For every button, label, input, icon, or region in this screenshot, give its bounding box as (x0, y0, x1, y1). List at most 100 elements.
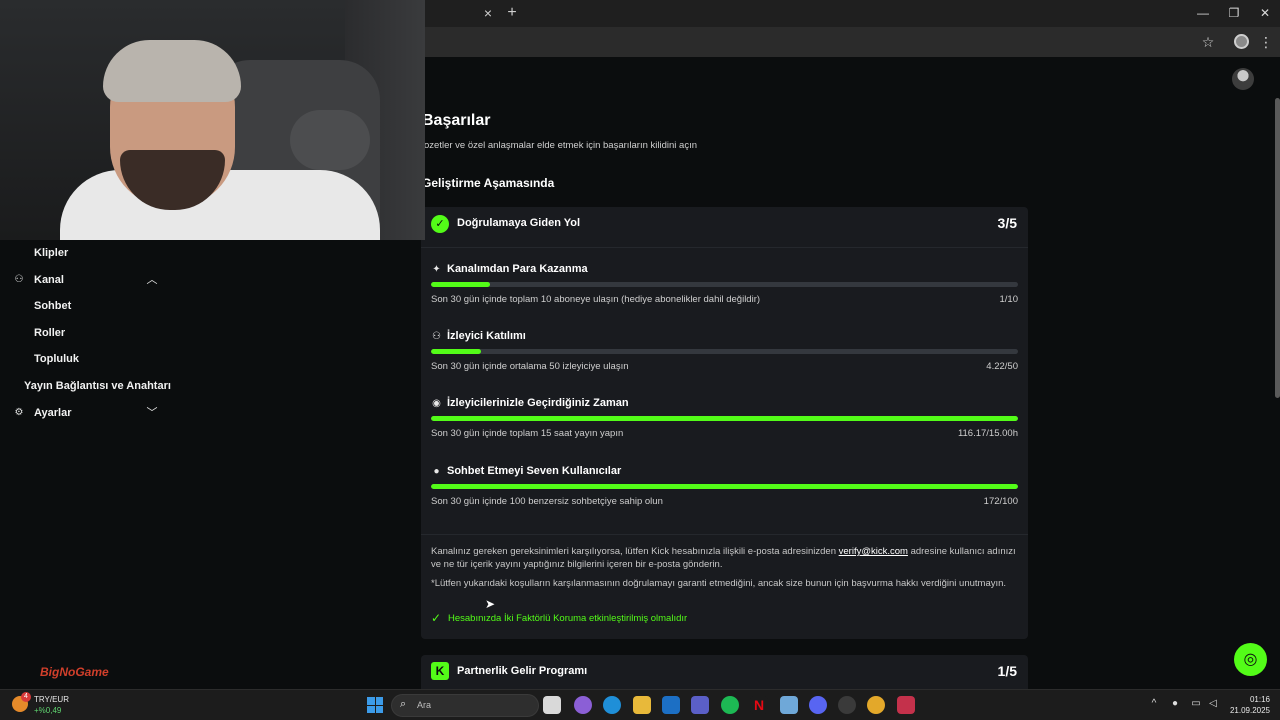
discord-icon[interactable] (809, 696, 827, 714)
verification-instructions: Kanalınız gereken gereksinimleri karşılı… (431, 545, 1021, 571)
notification-badge: 4 (21, 692, 31, 702)
gear-icon: ⚙ (14, 407, 24, 418)
progress-track (431, 484, 1018, 489)
webcam-person-hair (103, 40, 241, 102)
mouse-cursor-icon: ➤ (485, 597, 496, 611)
sidebar-item-community[interactable]: Topluluk (34, 350, 79, 368)
task-progress: 4.22/50 (986, 361, 1018, 372)
task-chatters: ● Sohbet Etmeyi Seven Kullanıcılar Son 3… (431, 465, 1018, 525)
task-title: İzleyicilerinizle Geçirdiğiniz Zaman (447, 397, 629, 409)
stream-logo-watermark: BigNoGame (40, 665, 109, 679)
progress-track (431, 349, 1018, 354)
teams-icon[interactable] (691, 696, 709, 714)
divider (421, 247, 1028, 248)
sidebar-item-label: Yayın Bağlantısı ve Anahtarı (24, 380, 171, 392)
sidebar-item-chat[interactable]: Sohbet (34, 297, 71, 315)
sidebar-item-stream-key[interactable]: Yayın Bağlantısı ve Anahtarı (24, 377, 171, 395)
taskbar-clock[interactable]: 01:16 21.09.2025 (1226, 694, 1270, 716)
users-icon: ⚇ (432, 331, 441, 342)
clock-time: 01:16 (1249, 695, 1270, 704)
sidebar-item-channel[interactable]: Kanal (34, 271, 64, 289)
webcam-chair-pad (290, 110, 370, 170)
task-title: Sohbet Etmeyi Seven Kullanıcılar (447, 465, 622, 477)
task-title: İzleyici Katılımı (447, 330, 526, 342)
verified-badge-icon: ✓ (431, 215, 449, 233)
sidebar-item-roles[interactable]: Roller (34, 324, 65, 342)
taskbar-search[interactable]: ⌕ Ara (391, 694, 539, 717)
copilot-icon[interactable] (574, 696, 592, 714)
network-tool-icon[interactable] (780, 696, 798, 714)
support-chat-button[interactable]: ◎ (1234, 643, 1267, 676)
checkmark-icon: ✓ (431, 611, 442, 625)
widgets-ticker[interactable]: 4 TRY/EUR +%0,49 (12, 692, 92, 720)
microphone-icon[interactable]: ● (1169, 697, 1181, 711)
task-title: Kanalımdan Para Kazanma (447, 263, 588, 275)
broadcast-icon: ◉ (432, 398, 441, 409)
progress-fill (431, 282, 490, 287)
clock-date: 21.09.2025 (1229, 706, 1270, 715)
section-title: Geliştirme Aşamasında (422, 176, 555, 190)
browser-profile-icon[interactable] (1234, 34, 1249, 49)
tab-close-icon[interactable]: × (481, 5, 495, 21)
sidebar-item-label: Roller (34, 327, 66, 339)
progress-fill (431, 349, 481, 354)
app-icon[interactable] (838, 696, 856, 714)
new-tab-button[interactable]: + (505, 4, 519, 22)
display-icon[interactable]: ▭ (1190, 697, 1202, 711)
page-scrollbar[interactable] (1275, 98, 1280, 398)
chrome-icon[interactable] (867, 696, 885, 714)
task-description: Son 30 gün içinde 100 benzersiz sohbetçi… (431, 496, 663, 507)
progress-track (431, 416, 1018, 421)
verify-email-link[interactable]: verify@kick.com (839, 546, 908, 557)
chevron-up-icon[interactable]: ︿ (145, 273, 159, 287)
chevron-down-icon[interactable]: ﹀ (145, 406, 159, 420)
sidebar-item-label: Klipler (34, 247, 69, 259)
task-description: Son 30 gün içinde toplam 10 aboneye ulaş… (431, 294, 761, 305)
card-title: Partnerlik Gelir Programı (457, 665, 588, 677)
netflix-icon[interactable]: N (750, 696, 768, 714)
sidebar-item-settings[interactable]: Ayarlar (34, 404, 72, 422)
browser-menu-icon[interactable]: ⋮ (1259, 33, 1273, 51)
restore-button[interactable]: ❐ (1224, 4, 1244, 22)
card-count: 3/5 (997, 215, 1017, 231)
ticker-name: TRY/EUR (34, 695, 69, 704)
edge-icon[interactable] (603, 696, 621, 714)
close-window-button[interactable]: ✕ (1255, 4, 1275, 22)
card-title: Doğrulamaya Giden Yol (457, 217, 581, 229)
page-title: Başarılar (422, 112, 491, 129)
file-explorer-icon[interactable] (633, 696, 651, 714)
search-placeholder: Ara (417, 700, 432, 710)
user-avatar[interactable] (1232, 68, 1254, 90)
sidebar-item-label: Kanal (34, 274, 64, 286)
task-progress: 172/100 (983, 496, 1018, 507)
instructions-text: Kanalınız gereken gereksinimleri karşılı… (431, 546, 839, 557)
progress-track (431, 282, 1018, 287)
volume-icon[interactable]: ◁ (1207, 697, 1219, 711)
divider (421, 534, 1028, 535)
progress-fill (431, 484, 1018, 489)
bookmark-star-icon[interactable]: ☆ (1200, 33, 1216, 51)
partner-program-card[interactable]: K Partnerlik Gelir Programı 1/5 (421, 655, 1028, 689)
minimize-button[interactable]: — (1193, 4, 1213, 22)
sidebar-item-clips[interactable]: Klipler (34, 244, 68, 262)
task-progress: 1/10 (999, 294, 1019, 305)
outlook-icon[interactable] (662, 696, 680, 714)
app-icon[interactable] (897, 696, 915, 714)
users-icon: ⚇ (14, 274, 24, 285)
card-header[interactable]: ✓ Doğrulamaya Giden Yol 3/5 (421, 207, 1028, 241)
task-description: Son 30 gün içinde ortalama 50 izleyiciye… (431, 361, 629, 372)
task-view-icon[interactable] (543, 696, 561, 714)
chevron-up-icon[interactable]: ^ (1148, 697, 1160, 711)
search-icon: ⌕ (400, 698, 407, 710)
start-button[interactable] (367, 697, 383, 713)
task-description: Son 30 gün içinde toplam 15 saat yayın y… (431, 428, 624, 439)
requirement-text: Hesabınızda İki Faktörlü Koruma etkinleş… (448, 613, 688, 624)
two-factor-requirement: ✓ Hesabınızda İki Faktörlü Koruma etkinl… (431, 612, 831, 626)
spotify-icon[interactable] (721, 696, 739, 714)
kick-logo-icon: K (431, 662, 449, 680)
card-count: 1/5 (997, 663, 1017, 679)
sparkle-icon: ✦ (432, 264, 441, 275)
task-viewer-engagement: ⚇ İzleyici Katılımı Son 30 gün içinde or… (431, 330, 1018, 390)
progress-fill (431, 416, 1018, 421)
task-monetization: ✦ Kanalımdan Para Kazanma Son 30 gün içi… (431, 263, 1018, 323)
